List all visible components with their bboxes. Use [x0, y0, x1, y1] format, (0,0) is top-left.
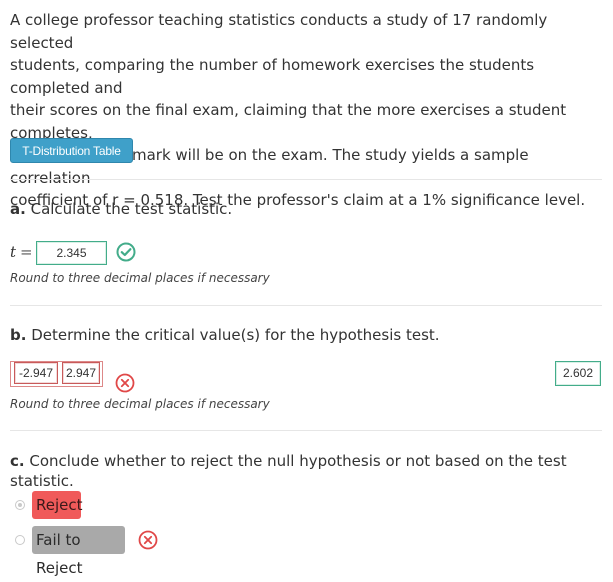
part-a-rounding-hint: Round to three decimal places if necessa…	[10, 271, 270, 285]
part-b-prefix: b.	[10, 326, 27, 344]
t-distribution-table-button[interactable]: T-Distribution Table	[10, 138, 133, 163]
part-a-prefix: a.	[10, 200, 26, 218]
critical-value-input-lower[interactable]: -2.947	[14, 362, 58, 384]
correct-critical-value: 2.602	[562, 366, 594, 380]
incorrect-x-icon	[115, 373, 135, 393]
part-c-prefix: c.	[10, 452, 25, 470]
incorrect-x-icon	[138, 530, 158, 550]
critical-value-input-upper[interactable]: 2.947	[62, 362, 100, 384]
divider	[10, 305, 602, 306]
fail-to-reject-option-label: Fail to Reject	[36, 531, 83, 577]
part-b-heading: b. Determine the critical value(s) for t…	[10, 325, 440, 345]
problem-line: students, comparing the number of homewo…	[10, 56, 535, 97]
part-b-question: Determine the critical value(s) for the …	[26, 326, 440, 344]
part-a-heading: a. Calculate the test statistic.	[10, 199, 232, 219]
critical-value-upper: 2.947	[65, 366, 97, 380]
correct-check-icon	[116, 242, 136, 262]
question-panel: A college professor teaching statistics …	[10, 0, 605, 577]
fail-to-reject-radio[interactable]	[15, 535, 25, 545]
test-statistic-value: 2.345	[56, 246, 87, 260]
part-c-question: Conclude whether to reject the null hypo…	[10, 452, 567, 490]
divider	[10, 179, 602, 180]
t-variable: t	[10, 243, 17, 261]
reject-radio[interactable]	[15, 500, 25, 510]
problem-statement: A college professor teaching statistics …	[10, 9, 605, 212]
equals-sign: =	[20, 243, 33, 261]
critical-value-lower: -2.947	[18, 366, 54, 380]
reject-option-label: Reject	[36, 496, 83, 514]
reject-option[interactable]: Reject	[32, 491, 83, 519]
part-c-heading: c. Conclude whether to reject the null h…	[10, 451, 605, 491]
problem-line: A college professor teaching statistics …	[10, 11, 548, 52]
part-b-rounding-hint: Round to three decimal places if necessa…	[10, 397, 270, 411]
fail-to-reject-option[interactable]: Fail to Reject	[32, 526, 125, 577]
part-a-question: Calculate the test statistic.	[25, 200, 233, 218]
correct-critical-value-box: 2.602	[555, 361, 601, 386]
divider	[10, 430, 602, 431]
test-statistic-input[interactable]: 2.345	[36, 241, 107, 265]
